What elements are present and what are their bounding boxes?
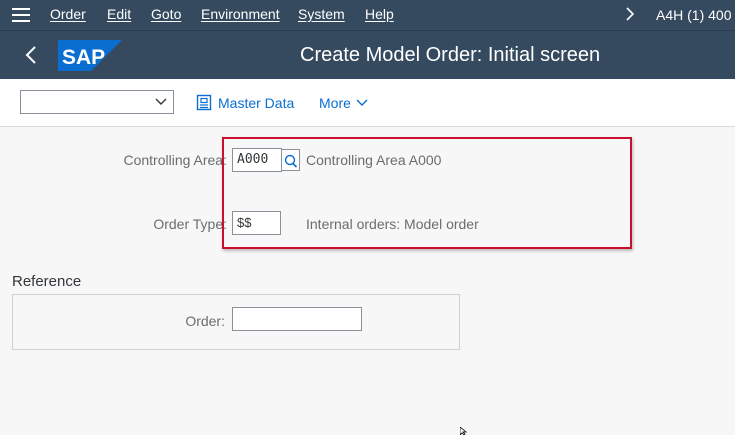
chevron-down-icon — [155, 98, 167, 105]
hamburger-icon[interactable] — [12, 8, 30, 22]
page-title: Create Model Order: Initial screen — [300, 44, 601, 66]
menu-bar: Order Edit Goto Environment System Help … — [0, 0, 735, 30]
svg-text:SAP: SAP — [62, 46, 105, 69]
command-field-select[interactable] — [20, 90, 174, 114]
chevron-right-icon[interactable] — [624, 6, 636, 22]
master-data-icon — [196, 94, 212, 111]
menu-item-help[interactable]: Help — [365, 6, 394, 22]
master-data-button[interactable]: Master Data — [196, 94, 294, 111]
main-content: Controlling Area: A000 Controlling Area … — [0, 127, 735, 435]
controlling-area-label: Controlling Area: — [123, 152, 227, 168]
menu-item-system[interactable]: System — [298, 6, 345, 22]
menu-item-environment[interactable]: Environment — [201, 6, 280, 22]
system-id: A4H (1) 400 — [656, 7, 732, 23]
menu-item-goto[interactable]: Goto — [151, 6, 181, 22]
back-icon[interactable] — [22, 44, 42, 66]
shell-header: SAP Create Model Order: Initial screen — [0, 30, 735, 79]
reference-order-input[interactable] — [232, 307, 362, 331]
menu-item-edit[interactable]: Edit — [107, 6, 131, 22]
mouse-cursor-icon — [460, 427, 468, 435]
order-label: Order: — [185, 313, 225, 329]
highlight-box — [222, 137, 632, 249]
order-type-label: Order Type: — [153, 216, 227, 232]
reference-section-title: Reference — [12, 273, 82, 290]
more-button[interactable]: More — [319, 95, 368, 111]
master-data-label: Master Data — [218, 94, 295, 111]
chevron-down-icon — [356, 99, 368, 106]
more-label: More — [319, 95, 351, 111]
toolbar: Master Data More — [0, 79, 735, 127]
menu-item-order[interactable]: Order — [50, 6, 86, 22]
reference-group-box: Order: — [12, 294, 460, 350]
sap-logo: SAP — [58, 40, 122, 71]
